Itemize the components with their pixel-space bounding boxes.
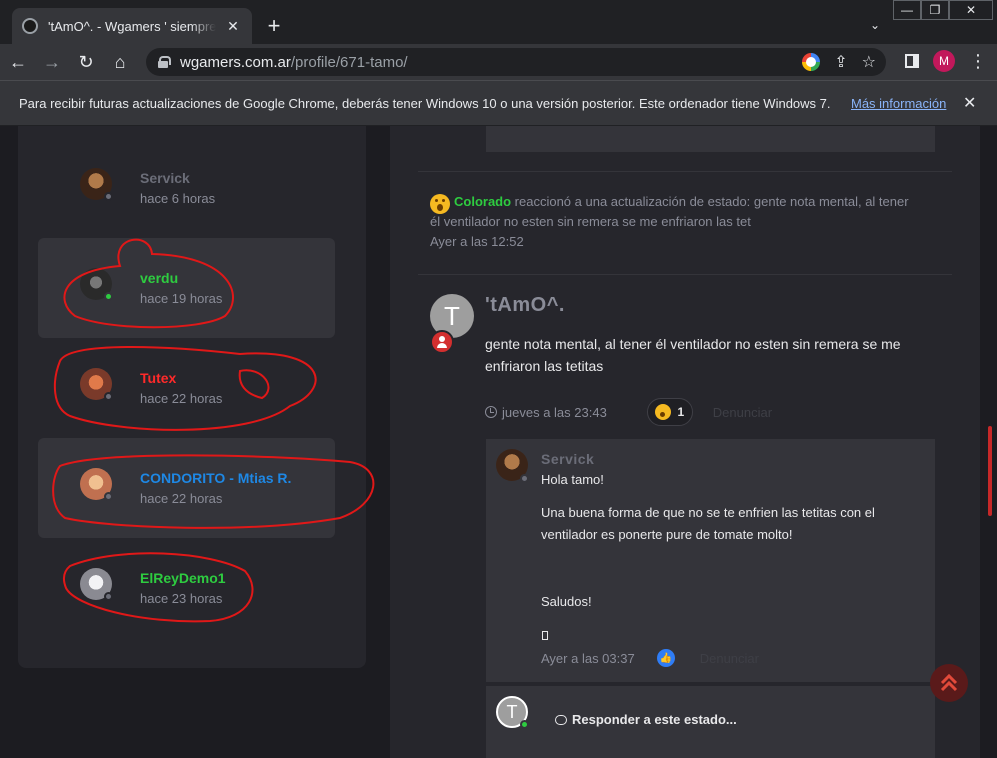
reaction-count: 1	[677, 405, 685, 419]
status-dot	[104, 492, 113, 501]
status-dot	[104, 392, 113, 401]
report-link[interactable]: Denunciar	[713, 405, 772, 420]
omnibox-actions: ⇪ ☆	[802, 52, 876, 72]
member-item[interactable]: verdu hace 19 horas	[38, 238, 335, 338]
tab-title: 'tAmO^. - Wgamers ' siempre un	[48, 18, 216, 34]
url-path: /profile/671-tamo/	[290, 53, 408, 71]
google-icon[interactable]	[802, 53, 821, 71]
tab-search-icon[interactable]: ⌄	[870, 18, 880, 32]
member-item[interactable]: Tutex hace 22 horas	[38, 338, 335, 438]
comment: Servick Hola tamo! Una buena forma de qu…	[486, 439, 935, 682]
double-chevron-up-icon	[940, 673, 958, 692]
comment-bubble-icon	[555, 714, 567, 725]
status-dot	[520, 474, 529, 483]
reply-prompt[interactable]: Responder a este estado...	[555, 712, 737, 727]
member-name[interactable]: Servick	[140, 170, 190, 186]
like-reaction-icon[interactable]: 👍	[656, 649, 675, 667]
online-status-dot	[520, 720, 529, 729]
status-dot	[104, 192, 113, 201]
comment-time[interactable]: Ayer a las 03:37	[541, 651, 635, 666]
member-item[interactable]: Servick hace 6 horas	[38, 138, 335, 238]
more-info-link[interactable]: Más información	[851, 96, 946, 111]
clock-icon	[485, 406, 497, 418]
member-name[interactable]: Tutex	[140, 370, 176, 386]
url-host: wgamers.com.ar	[180, 53, 291, 71]
profile-avatar[interactable]: M	[933, 50, 955, 72]
new-tab-button[interactable]: +	[262, 14, 286, 38]
member-time: hace 6 horas	[140, 191, 216, 206]
member-name[interactable]: CONDORITO - Mtias R.	[140, 470, 291, 486]
browser-toolbar: ← → ↻ ⌂ wgamers.com.ar/profile/671-tamo/…	[0, 44, 997, 80]
site-favicon-icon	[22, 18, 38, 34]
comment-author[interactable]: Servick	[541, 451, 594, 467]
activity-time[interactable]: Ayer a las 12:52	[430, 234, 524, 249]
home-icon[interactable]: ⌂	[104, 52, 136, 73]
scroll-to-top-button[interactable]	[930, 664, 968, 702]
divider	[418, 274, 952, 275]
comment-meta: Ayer a las 03:37 👍 Denunciar	[541, 649, 759, 667]
tab-strip: 'tAmO^. - Wgamers ' siempre un ✕ + ⌄ — ❐…	[0, 0, 997, 44]
minimize-button[interactable]: —	[893, 0, 921, 20]
share-icon[interactable]: ⇪	[834, 52, 847, 72]
reload-icon[interactable]: ↻	[70, 52, 102, 73]
member-time: hace 19 horas	[140, 291, 223, 306]
side-panel-icon[interactable]	[905, 54, 919, 68]
tab-close-icon[interactable]: ✕	[224, 18, 242, 35]
profile-feed: Colorado reaccionó a una actualización d…	[390, 126, 980, 758]
member-time: hace 22 horas	[140, 391, 223, 406]
status-dot	[104, 592, 113, 601]
member-item[interactable]: ElReyDemo1 hace 23 horas	[38, 538, 335, 638]
post-author[interactable]: 'tAmO^.	[485, 294, 565, 317]
window-controls: — ❐ ✕	[893, 0, 993, 20]
member-item[interactable]: CONDORITO - Mtias R. hace 22 horas	[38, 438, 335, 538]
back-icon[interactable]: ←	[2, 52, 34, 73]
post-meta: jueves a las 23:43 1 Denunciar	[485, 398, 772, 426]
wow-reaction-icon	[655, 404, 672, 420]
member-name[interactable]: ElReyDemo1	[140, 570, 226, 586]
reply-placeholder: Responder a este estado...	[572, 712, 737, 727]
member-time: hace 22 horas	[140, 491, 223, 506]
activity-text: Colorado reaccionó a una actualización d…	[430, 192, 920, 232]
infobar-close-icon[interactable]: ✕	[963, 93, 976, 113]
address-bar[interactable]: wgamers.com.ar/profile/671-tamo/ ⇪ ☆	[146, 48, 886, 76]
recent-visitors-card: Servick hace 6 horas verdu hace 19 horas…	[18, 126, 366, 668]
scrollbar-thumb[interactable]	[988, 426, 992, 516]
status-dot	[104, 292, 113, 301]
infobar-message: Para recibir futuras actualizaciones de …	[19, 95, 831, 111]
member-name[interactable]: verdu	[140, 270, 178, 286]
comment-line: Saludos!	[541, 594, 592, 609]
forward-icon[interactable]: →	[36, 52, 68, 73]
toolbar-right: M ⋮	[905, 50, 987, 72]
browser-tab[interactable]: 'tAmO^. - Wgamers ' siempre un ✕	[12, 8, 252, 44]
divider	[418, 171, 952, 172]
report-link[interactable]: Denunciar	[700, 651, 759, 666]
menu-icon[interactable]: ⋮	[969, 51, 987, 72]
reaction-summary[interactable]: 1	[646, 398, 693, 426]
bookmark-star-icon[interactable]: ☆	[862, 52, 876, 72]
member-time: hace 23 horas	[140, 591, 223, 606]
user-badge-icon	[430, 330, 454, 354]
post-text: gente nota mental, al tener él ventilado…	[485, 336, 901, 374]
lock-icon[interactable]	[158, 56, 171, 68]
close-window-button[interactable]: ✕	[949, 0, 993, 20]
reply-box[interactable]: T Responder a este estado...	[486, 686, 935, 758]
comment-line: Una buena forma de que no se te enfrien …	[541, 505, 875, 542]
missing-glyph	[542, 631, 548, 640]
comment-line: Hola tamo!	[541, 472, 604, 487]
maximize-button[interactable]: ❐	[921, 0, 949, 20]
page-viewport: Servick hace 6 horas verdu hace 19 horas…	[0, 126, 997, 758]
post-time[interactable]: jueves a las 23:43	[502, 405, 607, 420]
previous-comment-box	[486, 126, 935, 152]
update-infobar: Para recibir futuras actualizaciones de …	[0, 80, 997, 126]
activity-user[interactable]: Colorado	[454, 194, 511, 209]
